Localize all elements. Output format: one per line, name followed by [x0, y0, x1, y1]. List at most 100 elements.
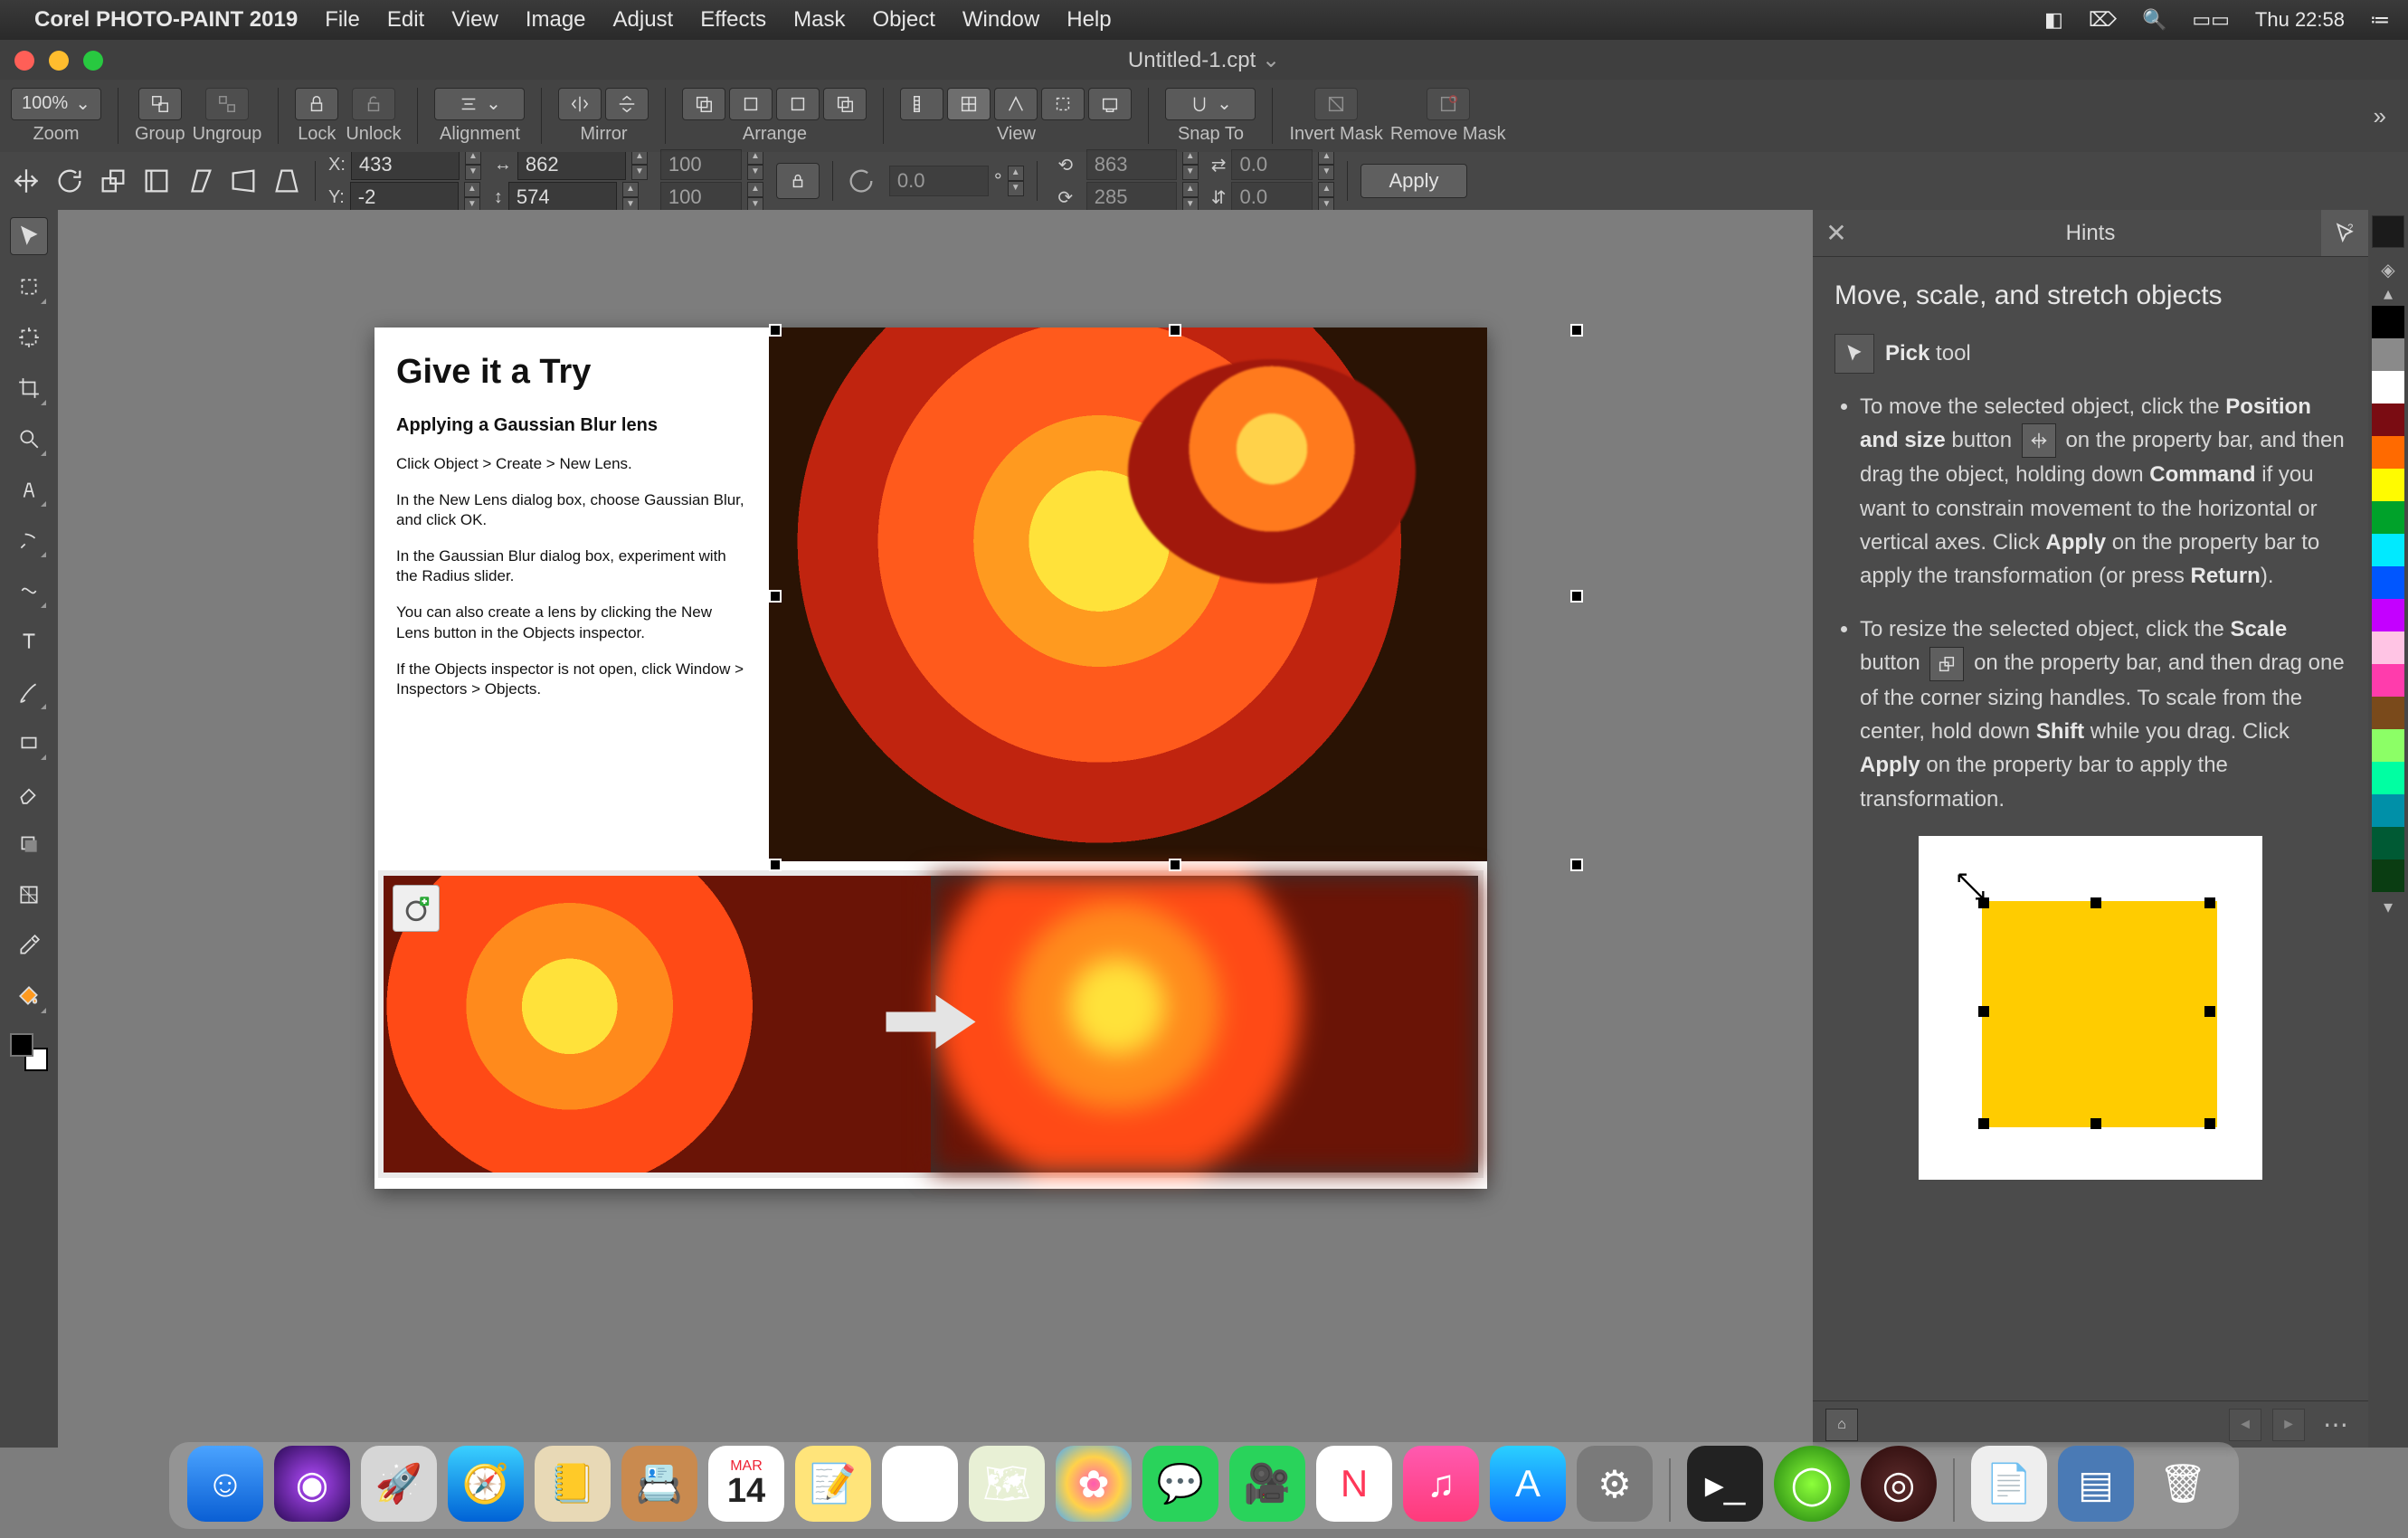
dock-launchpad[interactable]: 🚀: [361, 1446, 437, 1522]
rectangle-mask-tool[interactable]: [10, 268, 48, 306]
menu-object[interactable]: Object: [873, 7, 935, 33]
dock-facetime[interactable]: 🎥: [1229, 1446, 1305, 1522]
palette-swatch[interactable]: [2372, 403, 2404, 436]
dock-doc1[interactable]: 📄: [1971, 1446, 2047, 1522]
palette-flyout-icon[interactable]: ◈: [2372, 259, 2404, 282]
dock-corel[interactable]: ◯: [1774, 1446, 1850, 1522]
dock-doc2[interactable]: ▤: [2058, 1446, 2134, 1522]
palette-swatch[interactable]: [2372, 469, 2404, 501]
skew-h-input[interactable]: [1231, 149, 1313, 180]
size-icon[interactable]: [141, 166, 172, 196]
window-zoom-button[interactable]: [83, 51, 103, 71]
palette-swatch[interactable]: [2372, 762, 2404, 794]
foreground-background-swatch[interactable]: [10, 1033, 48, 1071]
palette-swatch[interactable]: [2372, 729, 2404, 762]
selection-handle[interactable]: [1570, 590, 1583, 603]
view-snap-button[interactable]: [1041, 88, 1085, 120]
dock-settings[interactable]: ⚙: [1577, 1446, 1653, 1522]
center-y-input[interactable]: [1086, 182, 1177, 213]
menu-view[interactable]: View: [451, 7, 498, 33]
rectangle-tool[interactable]: [10, 724, 48, 762]
palette-swatch[interactable]: [2372, 697, 2404, 729]
spotlight-icon[interactable]: 🔍: [2142, 8, 2166, 32]
clone-tool[interactable]: [10, 470, 48, 508]
palette-scroll-up[interactable]: ▴: [2372, 282, 2404, 306]
zoom-tool[interactable]: [10, 420, 48, 458]
arrange-forward-button[interactable]: [729, 88, 773, 120]
selection-handle[interactable]: [1570, 859, 1583, 871]
snapto-dropdown[interactable]: ⌄: [1165, 88, 1256, 120]
document[interactable]: Give it a Try Applying a Gaussian Blur l…: [374, 328, 1487, 1189]
y-spinner[interactable]: ▲▼: [464, 182, 480, 213]
tray-notify-icon[interactable]: ◧: [2044, 8, 2063, 32]
menu-adjust[interactable]: Adjust: [613, 7, 674, 33]
text-tool[interactable]: [10, 622, 48, 660]
alignment-dropdown[interactable]: ⌄: [434, 88, 525, 120]
selection-handle[interactable]: [769, 590, 782, 603]
dropshadow-tool[interactable]: [10, 825, 48, 863]
lock-ratio-button[interactable]: [776, 163, 820, 199]
menu-file[interactable]: File: [325, 7, 360, 33]
red-eye-tool[interactable]: [10, 521, 48, 559]
palette-swatch[interactable]: [2372, 794, 2404, 827]
remove-mask-button[interactable]: [1427, 88, 1470, 120]
arrange-front-button[interactable]: [682, 88, 725, 120]
dock-photopaint[interactable]: ◎: [1861, 1446, 1937, 1522]
liquid-tool[interactable]: [10, 572, 48, 610]
hints-forward-button[interactable]: ►: [2272, 1409, 2305, 1441]
palette-current-color[interactable]: [2372, 215, 2404, 248]
y-input[interactable]: [350, 182, 459, 213]
view-rulers-button[interactable]: [900, 88, 943, 120]
palette-scroll-down[interactable]: ▾: [2372, 896, 2404, 919]
rotation-spinner[interactable]: ▲▼: [1008, 166, 1024, 196]
zoom-dropdown[interactable]: 100% ⌄: [11, 88, 101, 120]
ungroup-button[interactable]: [205, 88, 249, 120]
menu-mask[interactable]: Mask: [793, 7, 845, 33]
group-button[interactable]: [138, 88, 182, 120]
palette-swatch[interactable]: [2372, 599, 2404, 631]
tray-list-icon[interactable]: ≔: [2370, 8, 2390, 32]
arrange-back-button[interactable]: [823, 88, 867, 120]
pick-tool[interactable]: [10, 217, 48, 255]
transparency-tool[interactable]: [10, 876, 48, 914]
mirror-h-button[interactable]: [558, 88, 602, 120]
x-spinner[interactable]: ▲▼: [465, 149, 481, 180]
app-name[interactable]: Corel PHOTO-PAINT 2019: [34, 7, 298, 33]
menu-clock[interactable]: Thu 22:58: [2255, 8, 2345, 32]
scale-y-input[interactable]: [660, 182, 742, 213]
skew-v-input[interactable]: [1231, 182, 1313, 213]
brush-tool[interactable]: [10, 673, 48, 711]
perspective-icon[interactable]: [271, 166, 302, 196]
hints-back-button[interactable]: ◄: [2229, 1409, 2261, 1441]
dock-reminders[interactable]: ☑: [882, 1446, 958, 1522]
scale-x-input[interactable]: [660, 149, 742, 180]
palette-swatch[interactable]: [2372, 664, 2404, 697]
tray-displays-icon[interactable]: ▭▭: [2192, 8, 2230, 32]
menu-image[interactable]: Image: [526, 7, 586, 33]
dock-appstore[interactable]: A: [1490, 1446, 1566, 1522]
scale-x-spinner[interactable]: ▲▼: [747, 149, 763, 180]
view-full-button[interactable]: [1088, 88, 1132, 120]
palette-swatch[interactable]: [2372, 859, 2404, 892]
apply-button[interactable]: Apply: [1360, 164, 1466, 198]
height-spinner[interactable]: ▲▼: [622, 182, 639, 213]
selection-handle[interactable]: [769, 859, 782, 871]
hints-home-button[interactable]: ⌂: [1825, 1409, 1858, 1441]
window-minimize-button[interactable]: [49, 51, 69, 71]
center-x-input[interactable]: [1086, 149, 1177, 180]
center-y-spinner[interactable]: ▲▼: [1182, 182, 1199, 213]
tray-bluetooth-icon[interactable]: ⌦: [2089, 8, 2117, 32]
toolbar-overflow-button[interactable]: »: [2363, 102, 2397, 130]
position-size-icon[interactable]: [11, 166, 42, 196]
dock-maps[interactable]: 🗺: [969, 1446, 1045, 1522]
dock-finder[interactable]: ☺: [187, 1446, 263, 1522]
menu-effects[interactable]: Effects: [700, 7, 766, 33]
dock-contacts2[interactable]: 📇: [621, 1446, 697, 1522]
invert-mask-button[interactable]: [1314, 88, 1358, 120]
palette-swatch[interactable]: [2372, 306, 2404, 338]
palette-swatch[interactable]: [2372, 338, 2404, 371]
eraser-tool[interactable]: [10, 774, 48, 812]
scale-y-spinner[interactable]: ▲▼: [747, 182, 763, 213]
hints-help-button[interactable]: ?: [2321, 210, 2368, 256]
skew-v-spinner[interactable]: ▲▼: [1318, 182, 1334, 213]
